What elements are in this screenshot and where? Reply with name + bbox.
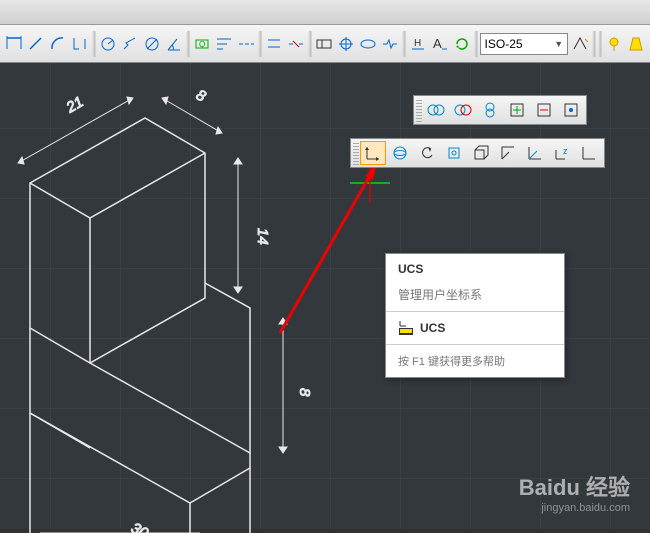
dim-tolerance-icon[interactable] — [314, 31, 334, 57]
svg-text:H: H — [414, 38, 421, 49]
dim-jogline-icon[interactable] — [380, 31, 400, 57]
watermark-brand: Baidu 经验 — [519, 470, 630, 502]
dim-aligned-icon[interactable] — [26, 31, 46, 57]
ucs-previous-icon[interactable] — [414, 141, 440, 165]
ucs-world-icon[interactable] — [387, 141, 413, 165]
dim-space-icon[interactable] — [264, 31, 284, 57]
dim-break-icon[interactable] — [286, 31, 306, 57]
iso-circle1-icon[interactable] — [423, 98, 449, 122]
ucs-tooltip: UCS 管理用户坐标系 UCS 按 F1 键获得更多帮助 — [385, 253, 565, 378]
box-plus-icon[interactable] — [504, 98, 530, 122]
floating-toolbar-layers[interactable] — [413, 95, 587, 125]
dim-edit-icon[interactable]: H — [408, 31, 428, 57]
ucs-z-icon[interactable]: z — [549, 141, 575, 165]
dimstyle-combo[interactable]: ISO-25 ▼ — [480, 33, 569, 55]
ucs-face-icon[interactable] — [441, 141, 467, 165]
window-titlebar — [0, 0, 650, 25]
dim-style-icon[interactable] — [570, 31, 590, 57]
floating-toolbar-ucs[interactable]: z — [350, 138, 605, 168]
tooltip-title: UCS — [386, 254, 564, 284]
dim-ordinate-icon[interactable] — [70, 31, 90, 57]
toolbar-separator — [186, 31, 190, 57]
toolbar-separator — [598, 31, 602, 57]
dim-angular-icon[interactable] — [164, 31, 184, 57]
dim-update-icon[interactable] — [452, 31, 472, 57]
dim-center-icon[interactable] — [336, 31, 356, 57]
tooltip-subtitle: 管理用户坐标系 — [386, 284, 564, 312]
svg-text:Q: Q — [199, 40, 205, 49]
tooltip-cmd-label: UCS — [420, 321, 445, 335]
ucs-view-icon[interactable] — [495, 141, 521, 165]
box-dot-icon[interactable] — [558, 98, 584, 122]
ucs-cmd-icon — [398, 320, 414, 336]
dim-diameter-icon[interactable] — [142, 31, 162, 57]
toolbar-separator — [402, 31, 406, 57]
ucs-object-icon[interactable] — [468, 141, 494, 165]
dim-continue-icon[interactable] — [236, 31, 256, 57]
toolbar-grip[interactable] — [353, 141, 359, 165]
tooltip-hint: 按 F1 键获得更多帮助 — [386, 344, 564, 377]
dim-14: 14 — [254, 228, 271, 245]
watermark: Baidu 经验 jingyan.baidu.com — [519, 470, 630, 514]
dim-radius-icon[interactable] — [98, 31, 118, 57]
light-icon[interactable] — [604, 31, 624, 57]
svg-text:z: z — [563, 146, 568, 156]
ucs-button[interactable] — [360, 141, 386, 165]
toolbar-separator — [308, 31, 312, 57]
box-minus-icon[interactable] — [531, 98, 557, 122]
iso-circle2-icon[interactable] — [450, 98, 476, 122]
dim-21: 21 — [63, 93, 87, 117]
watermark-url: jingyan.baidu.com — [519, 502, 630, 514]
chevron-down-icon: ▼ — [554, 39, 563, 49]
dim-8a: 8 — [193, 87, 209, 106]
dim-jogged-icon[interactable] — [120, 31, 140, 57]
tooltip-command: UCS — [386, 312, 564, 344]
iso-circle3-icon[interactable] — [477, 98, 503, 122]
ucs-3point-icon[interactable] — [576, 141, 602, 165]
red-arrow-annotation — [280, 163, 377, 333]
spotlight-icon[interactable] — [626, 31, 646, 57]
dim-linear-icon[interactable] — [4, 31, 24, 57]
toolbar-separator — [258, 31, 262, 57]
toolbar-grip[interactable] — [416, 98, 422, 122]
dimension-toolbar: Q H A ISO-25 ▼ — [0, 25, 650, 63]
dim-inspect-icon[interactable] — [358, 31, 378, 57]
toolbar-separator — [474, 31, 478, 57]
dim-quick-icon[interactable]: Q — [192, 31, 212, 57]
dimstyle-value: ISO-25 — [485, 37, 523, 51]
svg-text:A: A — [433, 36, 442, 51]
dim-8b: 8 — [296, 388, 313, 397]
dim-30: 30 — [128, 520, 151, 533]
dim-textedit-icon[interactable]: A — [430, 31, 450, 57]
dim-arc-icon[interactable] — [48, 31, 68, 57]
dim-baseline-icon[interactable] — [214, 31, 234, 57]
ucs-origin-icon[interactable] — [522, 141, 548, 165]
toolbar-separator — [92, 31, 96, 57]
drawing-canvas[interactable]: 21 8 14 8 30 — [0, 63, 650, 529]
toolbar-separator — [592, 31, 596, 57]
